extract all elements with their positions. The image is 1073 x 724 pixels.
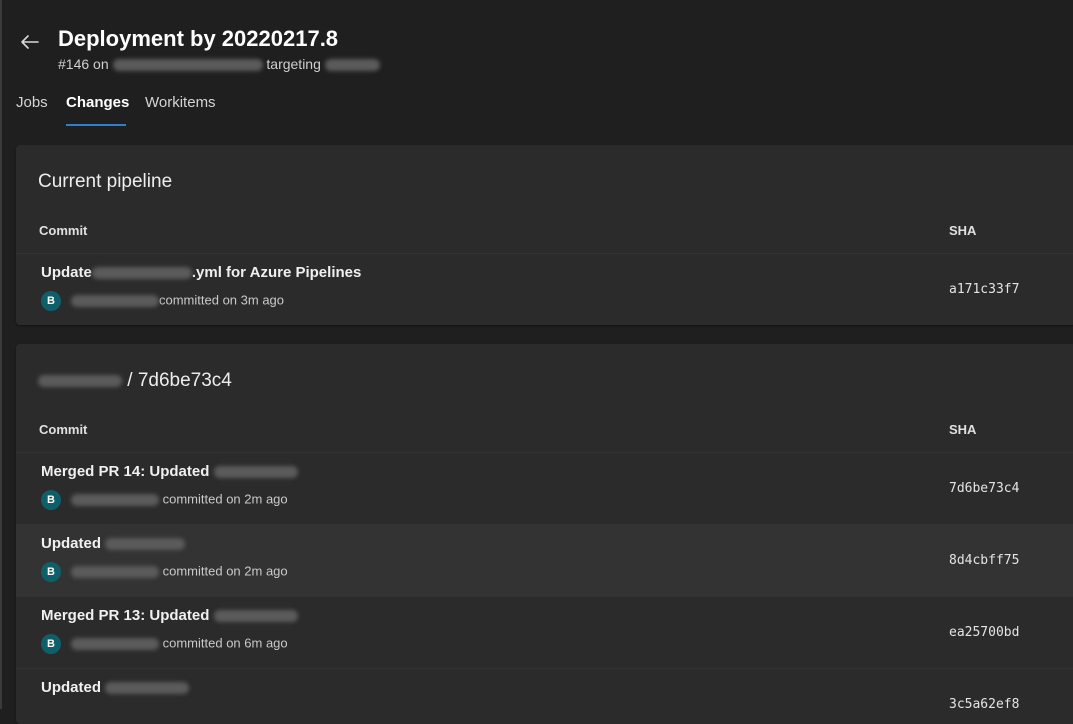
redacted-filename: [213, 466, 298, 479]
commit-title-prefix: Updated: [41, 679, 101, 696]
redacted-repo-name: [38, 374, 122, 387]
commit-meta: B committed on 6m ago: [41, 634, 288, 654]
commit-time: committed on 2m ago: [162, 491, 288, 507]
column-header-commit: Commit: [39, 223, 88, 238]
commit-title-prefix: Update: [41, 264, 92, 281]
card-title: Current pipeline: [38, 171, 173, 192]
window-left-edge: [0, 0, 2, 709]
column-header-commit: Commit: [39, 422, 88, 437]
tab-changes[interactable]: Changes: [66, 94, 129, 111]
commit-title: Updated: [41, 679, 190, 696]
avatar: B: [41, 562, 61, 582]
commit-time: committed on 2m ago: [162, 563, 288, 579]
commit-title-prefix: Updated: [41, 535, 101, 552]
redacted-author: [71, 638, 159, 650]
commit-row[interactable]: Update .yml for Azure Pipelines Bcommitte…: [16, 253, 1073, 325]
avatar: B: [41, 490, 61, 510]
column-header-sha: SHA: [949, 422, 977, 437]
commit-row[interactable]: Merged PR 14: Updated B committed on 2m …: [16, 452, 1073, 524]
commit-sha[interactable]: 8d4cbff75: [949, 553, 1019, 568]
commit-meta: B committed on 2m ago: [41, 562, 288, 582]
commit-title: Update .yml for Azure Pipelines: [41, 264, 361, 281]
commit-sha[interactable]: 7d6be73c4: [949, 481, 1019, 496]
commit-title: Merged PR 13: Updated: [41, 607, 298, 624]
back-arrow-icon[interactable]: [18, 30, 42, 54]
commit-title: Updated: [41, 535, 186, 552]
commit-title-prefix: Merged PR 14: Updated: [41, 463, 210, 480]
avatar: B: [41, 291, 61, 311]
commit-meta: B committed on 2m ago: [41, 490, 288, 510]
commit-meta: Bcommitted on 3m ago: [41, 291, 284, 311]
commit-sha[interactable]: ea25700bd: [949, 625, 1019, 640]
redacted-filename: [105, 682, 190, 695]
current-pipeline-card: Current pipeline Commit SHA Update .yml f…: [16, 145, 1073, 325]
redacted-branch: [112, 59, 263, 72]
redacted-target: [324, 59, 380, 72]
redacted-filename: [91, 267, 192, 280]
active-tab-indicator: [66, 124, 126, 126]
commit-row[interactable]: Updated B committed on 2m ago 8d4cbff75: [16, 524, 1073, 596]
commit-title-prefix: Merged PR 13: Updated: [41, 607, 210, 624]
page-title: Deployment by 20220217.8: [58, 26, 339, 51]
commit-title-suffix: .yml for Azure Pipelines: [191, 264, 362, 281]
redacted-filename: [105, 538, 186, 551]
commit-title: Merged PR 14: Updated: [41, 463, 298, 480]
redacted-filename: [213, 610, 298, 623]
tab-jobs[interactable]: Jobs: [16, 94, 48, 111]
tab-workitems[interactable]: Workitems: [145, 94, 216, 111]
repository-changes-card: / 7d6be73c4 Commit SHA Merged PR 14: Upd…: [16, 344, 1073, 724]
column-header-sha: SHA: [949, 223, 977, 238]
redacted-author: [71, 566, 159, 578]
commit-sha[interactable]: a171c33f7: [949, 282, 1019, 297]
subtitle-targeting: targeting: [266, 56, 321, 72]
commit-time: committed on 6m ago: [162, 635, 288, 651]
commit-row[interactable]: Merged PR 13: Updated B committed on 6m …: [16, 596, 1073, 668]
page-subtitle: #146 on targeting: [58, 56, 380, 72]
repo-commit-ref: / 7d6be73c4: [127, 370, 232, 391]
redacted-author: [71, 494, 159, 506]
commit-sha[interactable]: 3c5a62ef8: [949, 697, 1019, 712]
card-title: / 7d6be73c4: [38, 370, 232, 392]
commit-row[interactable]: Updated 3c5a62ef8: [16, 668, 1073, 724]
avatar: B: [41, 634, 61, 654]
redacted-author: [71, 295, 159, 307]
commit-time: committed on 3m ago: [159, 292, 285, 308]
subtitle-prefix: #146 on: [58, 56, 109, 72]
